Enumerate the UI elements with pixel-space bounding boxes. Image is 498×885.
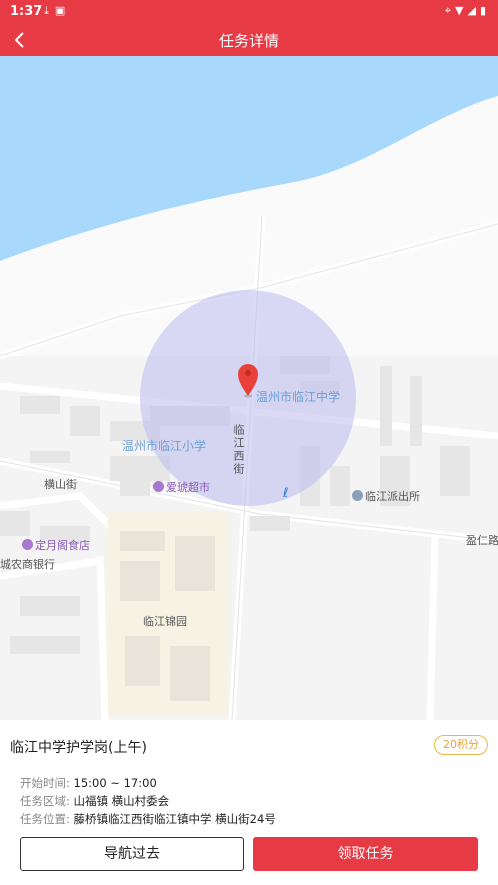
shop-icon (153, 481, 164, 492)
location-value: 藤桥镇临江西街临江镇中学 横山街24号 (73, 812, 276, 826)
map-label-bank[interactable]: 城农商银行 (0, 556, 55, 572)
signal-icon: ◢ (467, 4, 480, 17)
location-row: 任务位置: 藤桥镇临江西街临江镇中学 横山街24号 (20, 812, 276, 826)
police-icon (352, 490, 363, 501)
download-icon: ⤓ (44, 4, 55, 17)
claim-task-button[interactable]: 领取任务 (253, 837, 478, 871)
task-info-panel: 临江中学护学岗(上午) 20积分 开始时间: 15:00 ~ 17:00 任务区… (0, 720, 498, 885)
restaurant-icon (22, 539, 33, 550)
start-time-row: 开始时间: 15:00 ~ 17:00 (20, 776, 157, 790)
location-icon: ⌖ (444, 4, 455, 17)
map-label-street-xi: 临江西街 (232, 424, 245, 476)
wifi-icon: ▼ (455, 4, 468, 17)
map-poi-police[interactable]: 临江派出所 (352, 488, 420, 504)
map-label-garden: 临江锦园 (143, 615, 187, 628)
status-time: 1:37 (10, 4, 43, 19)
map-poi-supermarket[interactable]: 爱琥超市 (153, 479, 210, 495)
map-label-school-primary[interactable]: 温州市临江小学 (122, 437, 206, 454)
status-bar: 1:37 ⤓▣ ⌖▼◢▮ (0, 0, 498, 24)
notification-a-icon: ▣ (54, 4, 72, 17)
map-label-school-main[interactable]: 温州市临江中学 (256, 388, 340, 405)
telecom-icon: ℓ (283, 486, 289, 501)
battery-icon: ▮ (479, 4, 490, 17)
start-time-value: 15:00 ~ 17:00 (73, 776, 157, 790)
nav-bar: 任务详情 (0, 24, 498, 56)
area-value: 山福镇 横山村委会 (73, 794, 170, 808)
map-label-street-hengshan: 横山街 (44, 478, 77, 491)
map-poi-restaurant[interactable]: 定月阁食店 (22, 537, 90, 553)
map-view[interactable]: 温州市临江中学 温州市临江小学 临江西街 横山街 爱琥超市 ℓ 临江派出所 定月… (0, 56, 498, 720)
area-row: 任务区域: 山福镇 横山村委会 (20, 794, 170, 808)
navigate-button[interactable]: 导航过去 (20, 837, 244, 871)
page-title: 任务详情 (218, 32, 279, 50)
points-badge: 20积分 (434, 735, 488, 755)
map-canvas (0, 56, 498, 720)
task-title: 临江中学护学岗(上午) (10, 740, 147, 756)
map-label-road-right: 盈仁路 (466, 534, 498, 547)
